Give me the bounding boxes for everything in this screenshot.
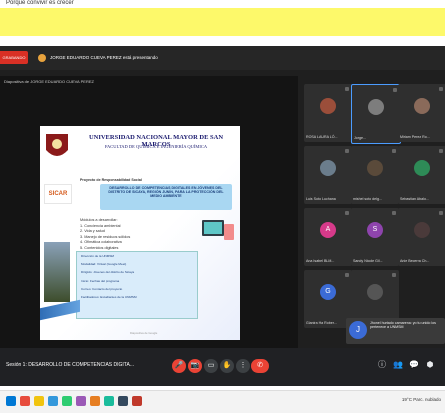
- participant-name: Luis Soto Luchana: [306, 197, 336, 201]
- info-line: Facilitadores: Estudiantes de la UNMSM: [81, 295, 137, 300]
- app-icon[interactable]: [90, 396, 100, 406]
- app-icon[interactable]: [118, 396, 128, 406]
- meet-window: GRABANDO JORGE EDUARDO CUEVA PEREZ está …: [0, 46, 445, 386]
- system-tray: 19°C Parc. nublado: [401, 397, 441, 402]
- participant-name: Jorge...: [354, 136, 366, 140]
- mic-icon: [345, 273, 349, 277]
- presenter-label: JORGE EDUARDO CUEVA PEREZ está presentan…: [38, 51, 158, 64]
- participant-name: ROSA LAURA LÓ...: [306, 135, 338, 139]
- faculty-title: FACULTAD DE QUÍMICA E INGENIERÍA QUÍMICA: [104, 144, 208, 149]
- avatar: A: [320, 222, 336, 238]
- avatar: [368, 99, 384, 115]
- participant-tile[interactable]: S Sandy Nicole Gil...: [351, 208, 399, 266]
- folder-icon[interactable]: [34, 396, 44, 406]
- info-line: Correo: Contacto del proyecto: [81, 286, 123, 291]
- avatar: [414, 160, 430, 176]
- participant-name: Sandy Nicole Gil...: [353, 259, 383, 263]
- presenter-text: JORGE EDUARDO CUEVA PEREZ está presentan…: [50, 55, 158, 60]
- community-photo: [44, 242, 70, 302]
- chrome-icon[interactable]: [62, 396, 72, 406]
- info-line: Dirigido: Jóvenes del distrito de Sicaya: [81, 270, 135, 275]
- recording-badge[interactable]: GRABANDO: [0, 51, 28, 64]
- slide: UNIVERSIDAD NACIONAL MAYOR DE SAN MARCOS…: [40, 126, 240, 340]
- mic-icon: [439, 211, 443, 215]
- participant-tile[interactable]: Luis Soto Luchana: [304, 146, 352, 204]
- chat-icon[interactable]: 💬: [408, 359, 420, 371]
- avatar: [414, 98, 430, 114]
- mic-icon: [392, 273, 396, 277]
- captions-button[interactable]: ▭: [204, 359, 218, 373]
- devices-illustration: [202, 220, 234, 240]
- avatar: [320, 98, 336, 114]
- chat-message: Jhonel hurtado camarena: yo tu unido los…: [370, 321, 436, 330]
- raise-hand-button[interactable]: ✋: [220, 359, 234, 373]
- modules-list: Módulos a desarrollar: 1. Conciencia amb…: [80, 218, 130, 251]
- project-label: Proyecto de Responsabilidad Social: [80, 178, 142, 182]
- avatar: [320, 160, 336, 176]
- participant-tile[interactable]: ROSA LAURA LÓ...: [304, 84, 352, 142]
- browser-banner: Porque convivir es crecer: [0, 0, 445, 40]
- app-icon[interactable]: [104, 396, 114, 406]
- participant-tile[interactable]: Sebastian Abalo...: [398, 146, 445, 204]
- mic-icon: [439, 87, 443, 91]
- university-logo: [46, 134, 68, 156]
- slide-footer: Diapositiva de Google: [130, 331, 158, 335]
- mic-icon: [393, 88, 397, 92]
- mic-off-button[interactable]: 🎤: [172, 359, 186, 373]
- mic-icon: [345, 87, 349, 91]
- info-line: Inicio: Fechas del programa: [81, 278, 120, 283]
- avatar: [367, 160, 383, 176]
- mic-icon: [345, 211, 349, 215]
- participant-name: Miriam Perez Ro...: [400, 135, 430, 139]
- info-line: Dirección de la UNMSM: [81, 254, 115, 258]
- chat-avatar: J: [349, 321, 367, 339]
- mic-icon: [392, 149, 396, 153]
- project-box: DESARROLLO DE COMPETENCIAS DIGITALES EN …: [100, 184, 232, 210]
- mic-icon: [439, 149, 443, 153]
- participant-tile[interactable]: Jorge...: [351, 84, 401, 144]
- participant-tile[interactable]: A Ana Isabel BLM...: [304, 208, 352, 266]
- participant-grid: ROSA LAURA LÓ... Jorge... Miriam Perez R…: [304, 84, 445, 344]
- avatar: [367, 284, 383, 300]
- avatar: [414, 222, 430, 238]
- participant-name: Ana Isabel BLM...: [306, 259, 335, 263]
- presentation-stage: Diapositiva de JORGE EDUARDO CUEVA PEREZ…: [0, 76, 298, 348]
- info-line: Modalidad: Virtual (Google Meet): [81, 262, 127, 267]
- session-title: Sesión 1: DESARROLLO DE COMPETENCIAS DIG…: [6, 362, 134, 368]
- taskbar: 19°C Parc. nublado: [0, 390, 445, 413]
- project-title: DESARROLLO DE COMPETENCIAS DIGITALES EN …: [108, 186, 224, 198]
- chat-notification[interactable]: J Jhonel hurtado camarena: yo tu unido l…: [346, 318, 445, 344]
- activities-icon[interactable]: ⬢: [424, 359, 436, 371]
- camera-off-button[interactable]: 📷: [188, 359, 202, 373]
- participant-name: Anie Becerra Ch...: [400, 259, 430, 263]
- avatar: G: [320, 284, 336, 300]
- app-icon[interactable]: [76, 396, 86, 406]
- slide-header: Diapositiva de JORGE EDUARDO CUEVA PEREZ: [4, 79, 94, 84]
- hang-up-button[interactable]: ✆: [251, 359, 269, 373]
- participant-tile[interactable]: mishel soto delg...: [351, 146, 399, 204]
- opera-icon[interactable]: [20, 396, 30, 406]
- more-options-button[interactable]: ⋮: [236, 359, 250, 373]
- info-icon[interactable]: ⓘ: [376, 359, 388, 371]
- participant-name: Gianira Ha Rober...: [306, 321, 337, 325]
- participant-tile[interactable]: Anie Becerra Ch...: [398, 208, 445, 266]
- sicar-logo: SICAR: [44, 184, 72, 204]
- start-icon[interactable]: [6, 396, 16, 406]
- control-bar: Sesión 1: DESARROLLO DE COMPETENCIAS DIG…: [0, 348, 445, 386]
- banner-text: Porque convivir es crecer: [6, 0, 74, 6]
- presentation-bar: GRABANDO JORGE EDUARDO CUEVA PEREZ está …: [0, 46, 445, 70]
- participant-tile[interactable]: G Gianira Ha Rober...: [304, 270, 352, 328]
- yellow-banner: [0, 8, 445, 36]
- edge-icon[interactable]: [48, 396, 58, 406]
- mic-icon: [392, 211, 396, 215]
- participant-tile[interactable]: Miriam Perez Ro...: [398, 84, 445, 142]
- people-icon[interactable]: 👥: [392, 359, 404, 371]
- app-icon[interactable]: [132, 396, 142, 406]
- presenter-avatar: [38, 53, 46, 62]
- participant-name: mishel soto delg...: [353, 197, 382, 201]
- avatar: S: [367, 222, 383, 238]
- mic-icon: [345, 149, 349, 153]
- info-box: Dirección de la UNMSM Modalidad: Virtual…: [76, 251, 198, 319]
- participant-name: Sebastian Abalo...: [400, 197, 429, 201]
